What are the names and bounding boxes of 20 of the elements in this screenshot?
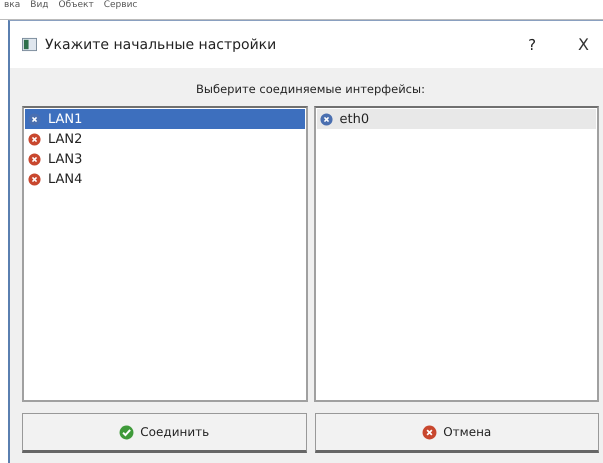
- check-icon: [119, 424, 134, 440]
- prompt-label: Выберите соединяемые интерфейсы:: [195, 81, 426, 98]
- error-icon: [422, 424, 438, 440]
- interface-list[interactable]: eth0: [314, 106, 599, 402]
- menu-item[interactable]: Вид: [30, 0, 49, 10]
- window-title: Укажите начальные настройки: [45, 36, 278, 52]
- help-button[interactable]: ?: [528, 36, 536, 54]
- menu-item[interactable]: Сервис: [104, 0, 138, 10]
- list-item[interactable]: LAN2: [25, 129, 304, 149]
- list-item[interactable]: LAN3: [25, 149, 304, 169]
- menu-item[interactable]: Объект: [58, 0, 94, 10]
- list-item[interactable]: LAN4: [25, 169, 304, 189]
- cancel-button[interactable]: Отмена: [314, 413, 599, 453]
- connect-button[interactable]: Соединить: [22, 413, 306, 453]
- list-item[interactable]: eth0: [316, 109, 596, 129]
- close-button[interactable]: X: [578, 35, 589, 54]
- window-icon: [22, 37, 37, 52]
- menu-item[interactable]: вка: [4, 0, 20, 10]
- list-item[interactable]: LAN1: [25, 109, 304, 129]
- interface-list[interactable]: LAN1 LAN2 LAN3 LAN4: [22, 106, 308, 402]
